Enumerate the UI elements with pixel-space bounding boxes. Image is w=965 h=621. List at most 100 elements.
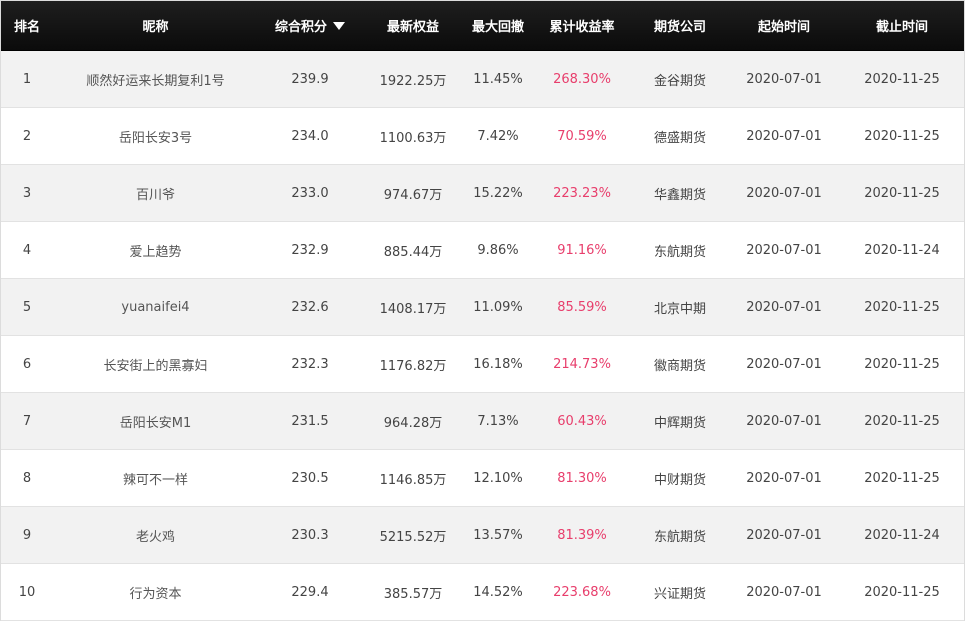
nickname-cell[interactable]: 爱上趋势	[53, 222, 258, 278]
return-cell: 91.16%	[557, 242, 607, 258]
header-nickname[interactable]: 昵称	[53, 1, 258, 50]
nickname-cell[interactable]: 百川爷	[53, 165, 258, 221]
ranking-table: 排名 昵称 综合积分 最新权益 最大回撤 累计收益率 期货公司 起始时间 截止时…	[0, 0, 965, 621]
company-cell: 华鑫期货	[653, 187, 706, 203]
rank-cell: 10	[18, 584, 36, 600]
return-cell: 223.23%	[553, 185, 611, 201]
table-row[interactable]: 9 老火鸡 230.3 5215.52万 13.57% 81.39% 东航期货 2020-07…	[1, 507, 964, 564]
header-return[interactable]: 累计收益率	[532, 1, 632, 50]
end-date-cell: 2020-11-25	[864, 470, 940, 486]
company-cell: 中财期货	[653, 472, 706, 488]
rank-cell: 8	[22, 470, 32, 486]
end-date-cell: 2020-11-25	[864, 413, 940, 429]
nickname-cell[interactable]: 长安街上的黑寡妇	[53, 336, 258, 392]
drawdown-cell: 16.18%	[473, 356, 523, 372]
table-row[interactable]: 1 顺然好运来长期复利1号 239.9 1922.25万 11.45% 268.30% 金谷…	[1, 51, 964, 108]
end-date-cell: 2020-11-25	[864, 71, 940, 87]
company-cell: 北京中期	[653, 301, 706, 317]
table-row[interactable]: 5 yuanaifei4 232.6 1408.17万 11.09% 85.59% 北京中期…	[1, 279, 964, 336]
start-date-cell: 2020-07-01	[746, 356, 822, 372]
drawdown-cell: 15.22%	[473, 185, 523, 201]
drawdown-cell: 12.10%	[473, 470, 523, 486]
table-row[interactable]: 10 行为资本 229.4 385.57万 14.52% 223.68% 兴证期货 2020-…	[1, 564, 964, 621]
score-cell: 232.9	[291, 242, 329, 258]
nickname-cell[interactable]: yuanaifei4	[53, 279, 258, 335]
score-cell: 229.4	[291, 584, 329, 600]
score-cell: 234.0	[291, 128, 329, 144]
drawdown-cell: 14.52%	[473, 584, 523, 600]
table-row[interactable]: 6 长安街上的黑寡妇 232.3 1176.82万 16.18% 214.73% 徽商期货 2…	[1, 336, 964, 393]
end-date-cell: 2020-11-25	[864, 128, 940, 144]
score-cell: 232.6	[291, 299, 329, 315]
table-header: 排名 昵称 综合积分 最新权益 最大回撤 累计收益率 期货公司 起始时间 截止时…	[1, 1, 964, 51]
table-row[interactable]: 8 辣可不一样 230.5 1146.85万 12.10% 81.30% 中财期货 2020-…	[1, 450, 964, 507]
score-cell: 231.5	[291, 413, 329, 429]
score-cell: 239.9	[291, 71, 329, 87]
equity-cell: 1408.17万	[379, 301, 447, 317]
equity-cell: 1176.82万	[379, 358, 447, 374]
return-cell: 85.59%	[557, 299, 607, 315]
equity-cell: 974.67万	[383, 187, 443, 203]
return-cell: 81.39%	[557, 527, 607, 543]
rank-cell: 2	[22, 128, 32, 144]
nickname-cell[interactable]: 老火鸡	[53, 507, 258, 563]
rank-cell: 9	[22, 527, 32, 543]
nickname-cell[interactable]: 岳阳长安3号	[53, 108, 258, 164]
company-cell: 徽商期货	[653, 358, 706, 374]
table-row[interactable]: 7 岳阳长安M1 231.5 964.28万 7.13% 60.43% 中辉期货 2020-0…	[1, 393, 964, 450]
end-date-cell: 2020-11-25	[864, 584, 940, 600]
header-score-label: 综合积分	[274, 20, 327, 35]
company-cell: 德盛期货	[653, 130, 706, 146]
header-score-sort[interactable]: 综合积分	[258, 1, 362, 50]
drawdown-cell: 11.45%	[473, 71, 523, 87]
start-date-cell: 2020-07-01	[746, 71, 822, 87]
header-start-date[interactable]: 起始时间	[728, 1, 840, 50]
score-cell: 230.3	[291, 527, 329, 543]
start-date-cell: 2020-07-01	[746, 584, 822, 600]
end-date-cell: 2020-11-25	[864, 299, 940, 315]
equity-cell: 5215.52万	[379, 529, 447, 545]
company-cell: 金谷期货	[653, 73, 706, 89]
end-date-cell: 2020-11-25	[864, 356, 940, 372]
start-date-cell: 2020-07-01	[746, 470, 822, 486]
end-date-cell: 2020-11-24	[864, 527, 940, 543]
caret-down-icon	[333, 21, 345, 30]
header-end-date[interactable]: 截止时间	[840, 1, 964, 50]
score-cell: 233.0	[291, 185, 329, 201]
end-date-cell: 2020-11-25	[864, 185, 940, 201]
company-cell: 东航期货	[653, 244, 706, 260]
rank-cell: 7	[22, 413, 32, 429]
header-drawdown[interactable]: 最大回撤	[464, 1, 532, 50]
return-cell: 60.43%	[557, 413, 607, 429]
equity-cell: 1100.63万	[379, 130, 447, 146]
rank-cell: 1	[22, 71, 32, 87]
table-body: 1 顺然好运来长期复利1号 239.9 1922.25万 11.45% 268.30% 金谷…	[1, 51, 964, 621]
start-date-cell: 2020-07-01	[746, 242, 822, 258]
equity-cell: 885.44万	[383, 244, 443, 260]
rank-cell: 4	[22, 242, 32, 258]
start-date-cell: 2020-07-01	[746, 185, 822, 201]
score-cell: 232.3	[291, 356, 329, 372]
nickname-cell[interactable]: 行为资本	[53, 564, 258, 620]
return-cell: 268.30%	[553, 71, 611, 87]
company-cell: 中辉期货	[653, 415, 706, 431]
header-equity[interactable]: 最新权益	[362, 1, 464, 50]
table-row[interactable]: 2 岳阳长安3号 234.0 1100.63万 7.42% 70.59% 德盛期货 2020-…	[1, 108, 964, 165]
table-row[interactable]: 4 爱上趋势 232.9 885.44万 9.86% 91.16% 东航期货 2020-07-…	[1, 222, 964, 279]
equity-cell: 385.57万	[383, 586, 443, 602]
rank-cell: 6	[22, 356, 32, 372]
nickname-cell[interactable]: 岳阳长安M1	[53, 393, 258, 449]
equity-cell: 1146.85万	[379, 472, 447, 488]
equity-cell: 964.28万	[383, 415, 443, 431]
header-company[interactable]: 期货公司	[632, 1, 728, 50]
nickname-cell[interactable]: 顺然好运来长期复利1号	[53, 51, 258, 107]
return-cell: 214.73%	[553, 356, 611, 372]
table-row[interactable]: 3 百川爷 233.0 974.67万 15.22% 223.23% 华鑫期货 2020-07…	[1, 165, 964, 222]
company-cell: 兴证期货	[653, 586, 706, 602]
header-rank[interactable]: 排名	[1, 1, 53, 50]
score-cell: 230.5	[291, 470, 329, 486]
return-cell: 70.59%	[557, 128, 607, 144]
nickname-cell[interactable]: 辣可不一样	[53, 450, 258, 506]
start-date-cell: 2020-07-01	[746, 527, 822, 543]
return-cell: 81.30%	[557, 470, 607, 486]
